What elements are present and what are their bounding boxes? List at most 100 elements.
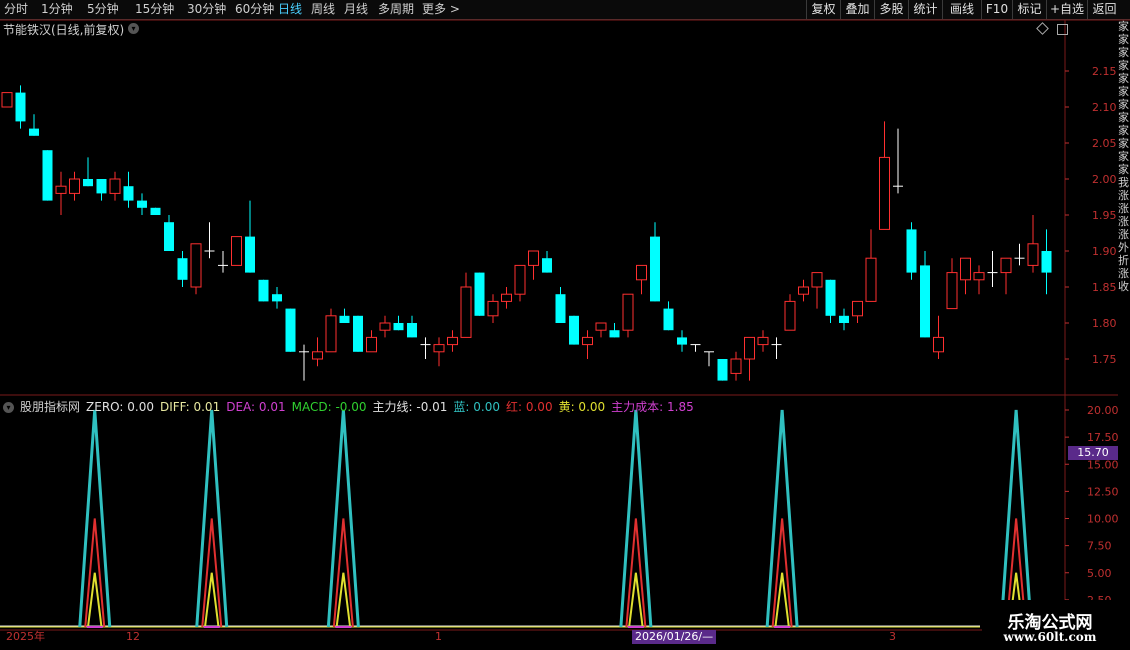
indicator-tick-label: 5.00 <box>1087 567 1112 580</box>
indicator-tick-label: 17.50 <box>1087 431 1119 444</box>
candle-body <box>150 207 161 215</box>
candle <box>1 92 13 108</box>
candle-body <box>528 250 539 266</box>
candle-body <box>325 315 337 353</box>
date-label-dec: 12 <box>126 630 140 643</box>
price-tick-label: 1.90 <box>1092 245 1117 258</box>
candle-body <box>757 336 769 346</box>
indicator-value-5: 蓝: 0.00 <box>453 400 500 414</box>
candle-body <box>474 272 485 316</box>
candle <box>164 215 174 251</box>
candle <box>83 157 93 187</box>
price-tick-label: 2.05 <box>1092 137 1117 150</box>
candle-body <box>622 293 634 331</box>
candle <box>784 294 796 331</box>
stock-title: 节能铁汉(日线,前复权) <box>3 23 125 37</box>
candle <box>730 351 742 381</box>
candle-body <box>433 344 445 353</box>
candle <box>542 251 552 273</box>
candle <box>272 287 282 309</box>
candle-body <box>123 186 134 201</box>
indicator-value-4: 主力线: -0.01 <box>372 400 448 414</box>
candle <box>218 251 228 273</box>
candle-body <box>555 294 566 323</box>
candle-body <box>825 279 836 316</box>
candle-body <box>379 322 391 331</box>
candle-body <box>487 300 499 317</box>
candle <box>501 287 512 309</box>
candle-body <box>501 293 512 302</box>
candle <box>744 336 755 381</box>
chevron-down-icon[interactable]: ▾ <box>3 402 14 413</box>
candle-body <box>109 178 121 194</box>
indicator-title-bar: ▾ 股朋指标网 ZERO: 0.00 DIFF: 0.01 DEA: 0.01 MACD:… <box>3 398 706 415</box>
candle-body <box>285 308 296 352</box>
indicator-tick-label: 12.50 <box>1087 485 1119 498</box>
candle <box>595 322 607 338</box>
candle-body <box>906 229 917 273</box>
candle <box>245 200 255 273</box>
candle-body <box>839 315 849 323</box>
candle <box>582 330 593 359</box>
candle <box>973 265 985 295</box>
candle <box>285 308 296 352</box>
indicator-tick-label: 20.00 <box>1087 404 1119 417</box>
candle-body <box>677 337 687 345</box>
price-tick-label: 1.80 <box>1092 317 1117 330</box>
cursor-price-badge: 15.70 <box>1068 446 1118 460</box>
maximize-icon[interactable] <box>1057 24 1068 35</box>
candle <box>757 330 769 352</box>
candle <box>704 351 714 367</box>
candle-body <box>879 156 890 230</box>
candle-body <box>663 308 674 331</box>
indicator-value-6: 红: 0.00 <box>506 400 553 414</box>
candle <box>204 222 215 259</box>
candle <box>879 121 890 230</box>
candle-body <box>1027 243 1039 266</box>
candle-body <box>946 272 958 310</box>
candle-body <box>865 257 877 302</box>
date-label-year: 2025年 <box>6 630 45 643</box>
candle <box>177 251 188 287</box>
indicator-value-7: 黄: 0.00 <box>558 400 606 414</box>
candle-body <box>460 286 472 338</box>
candle <box>717 359 728 381</box>
candle <box>353 315 363 352</box>
date-label-mar: 3 <box>889 630 896 643</box>
candle-body <box>569 315 579 345</box>
candle-body <box>514 264 526 295</box>
candle <box>123 171 134 208</box>
chevron-down-icon[interactable]: ▾ <box>128 23 139 34</box>
candle-body <box>177 258 188 280</box>
candle <box>258 279 269 302</box>
candle <box>407 315 417 338</box>
date-label-jan: 1 <box>435 630 442 643</box>
candle <box>987 251 998 287</box>
candle-body <box>798 286 809 295</box>
candle <box>528 250 539 280</box>
candle <box>893 128 903 194</box>
candle <box>433 337 445 367</box>
chart-canvas[interactable]: 2.15 2.10 2.05 2.00 1.95 1.90 1.85 1.80 1.75 20.0… <box>0 0 1130 650</box>
candle <box>946 258 958 310</box>
price-tick-label: 2.10 <box>1092 101 1117 114</box>
candle-body <box>636 264 647 281</box>
candle-body <box>272 294 282 302</box>
candle-body <box>920 265 930 338</box>
candle <box>906 222 917 280</box>
candle-body <box>69 178 80 194</box>
watermark-url: www.60lt.com <box>1003 630 1097 644</box>
candle <box>798 279 809 302</box>
candle <box>690 344 701 352</box>
candle-body <box>960 257 971 281</box>
candle <box>420 337 431 359</box>
indicator-value-1: DIFF: 0.01 <box>159 400 221 414</box>
candle-body <box>339 315 350 323</box>
candle <box>1014 243 1025 266</box>
candle <box>447 330 458 352</box>
candle-body <box>42 150 53 201</box>
candle-body <box>83 179 93 187</box>
candle <box>460 272 472 338</box>
candle-body <box>55 185 67 194</box>
candle <box>55 171 67 215</box>
